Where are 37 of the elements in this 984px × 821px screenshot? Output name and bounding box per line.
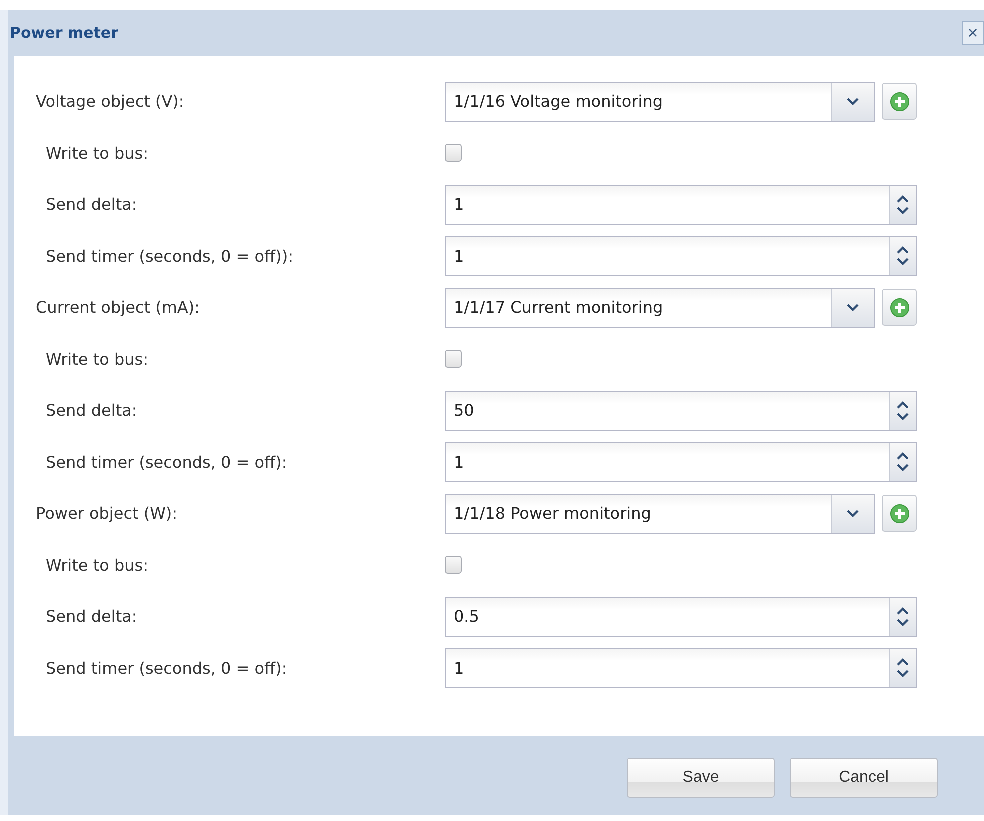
field-label: Send timer (seconds, 0 = off): [45, 452, 288, 472]
plus-icon [890, 298, 910, 318]
field-label: Send delta: [45, 607, 138, 626]
plus-icon [890, 504, 910, 524]
save-button[interactable]: Save [627, 758, 775, 798]
field-label: Send timer (seconds, 0 = off)): [45, 246, 294, 266]
number-field[interactable]: 1 [445, 236, 917, 276]
plus-icon [890, 92, 910, 112]
field-label: Send delta: [45, 195, 138, 214]
number-field[interactable]: 1 [445, 184, 917, 225]
close-button[interactable]: × [962, 21, 984, 45]
number-field[interactable]: 1 [445, 442, 917, 482]
add-button[interactable] [882, 495, 917, 532]
window-title: Power meter [10, 24, 118, 42]
number-field[interactable]: 50 [445, 390, 917, 431]
number-field[interactable]: 1 [445, 648, 917, 688]
checkbox[interactable] [445, 144, 462, 162]
object-select[interactable]: 1/1/16 Voltage monitoring [445, 82, 875, 122]
field-label: Write to bus: [45, 556, 150, 575]
add-button[interactable] [882, 83, 917, 120]
dropdown-caret-icon [847, 304, 859, 312]
number-field[interactable]: 0.5 [445, 596, 917, 637]
checkbox[interactable] [445, 556, 462, 574]
field-label: Send delta: [45, 401, 138, 420]
field-label: Write to bus: [45, 350, 150, 369]
object-select[interactable]: 1/1/17 Current monitoring [445, 288, 875, 328]
field-label: Write to bus: [45, 144, 150, 163]
field-label: Voltage object (V): [36, 92, 186, 112]
field-label: Power object (W): [36, 504, 179, 524]
field-label: Current object (mA): [36, 298, 201, 318]
field-label: Send timer (seconds, 0 = off): [45, 658, 288, 678]
dropdown-caret-icon [847, 98, 859, 106]
checkbox[interactable] [445, 350, 462, 368]
cancel-button[interactable]: Cancel [790, 758, 938, 798]
dropdown-caret-icon [847, 510, 859, 518]
add-button[interactable] [882, 289, 917, 326]
object-select[interactable]: 1/1/18 Power monitoring [445, 494, 875, 534]
